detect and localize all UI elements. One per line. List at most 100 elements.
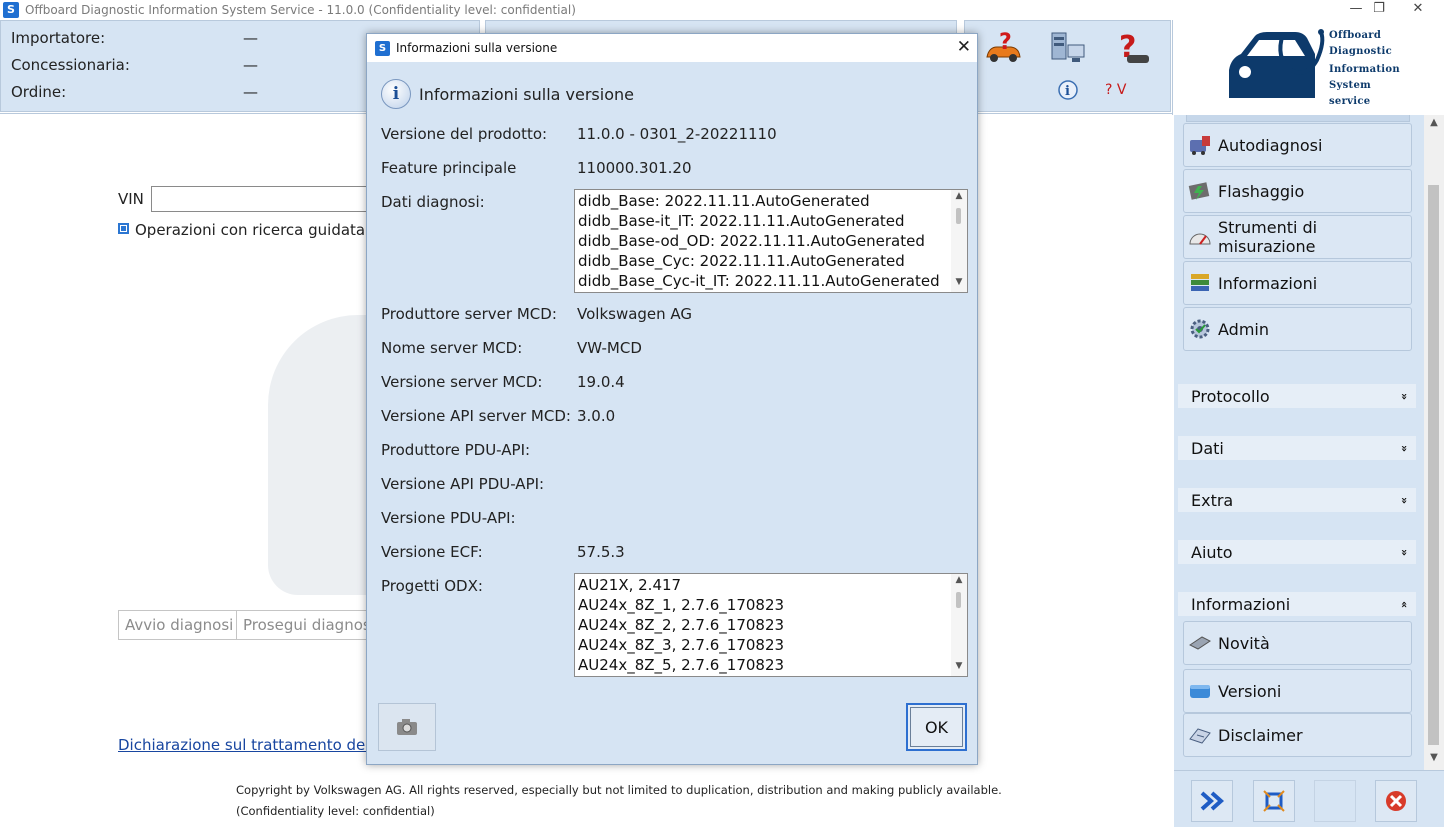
sidebar-item-label: Flashaggio [1218, 181, 1305, 201]
listbox-scrollbar[interactable]: ▲ ▼ [951, 190, 967, 292]
dialog-heading: Informazioni sulla versione [419, 85, 634, 104]
chevron-down-icon: » [1397, 496, 1411, 504]
sidebar-item-partial [1186, 115, 1410, 122]
forward-icon[interactable] [1191, 780, 1233, 822]
section-label: Informazioni [1191, 594, 1291, 614]
pdu-producer-label: Produttore PDU-API: [381, 441, 531, 459]
versions-icon [1188, 679, 1212, 703]
scroll-down-arrow-icon[interactable]: ▼ [1424, 752, 1444, 770]
vin-input[interactable] [151, 186, 381, 212]
chevron-down-icon: » [1397, 392, 1411, 400]
restore-button[interactable]: ❐ [1359, 0, 1399, 20]
list-item[interactable]: didb_Base_Cyc: 2022.11.11.AutoGenerated [578, 252, 905, 270]
dealer-label: Concessionaria: [11, 56, 130, 74]
scroll-up-arrow-icon[interactable]: ▲ [1424, 117, 1444, 135]
logo-word-information: Information [1329, 64, 1400, 75]
mcd-version-value: 19.0.4 [577, 373, 625, 391]
privacy-statement-link[interactable]: Dichiarazione sul trattamento dei da [118, 736, 393, 754]
disclaimer-icon [1188, 723, 1212, 747]
scroll-down-arrow-icon[interactable]: ▼ [951, 661, 967, 675]
mcd-version-label: Versione server MCD: [381, 373, 543, 391]
main-feature-label: Feature principale [381, 159, 517, 177]
sidebar-item-autodiagnosi[interactable]: Autodiagnosi [1183, 123, 1412, 167]
mcd-producer-value: Volkswagen AG [577, 305, 693, 323]
mcd-api-version-label: Versione API server MCD: [381, 407, 571, 425]
car-stethoscope-logo-icon [1229, 29, 1325, 98]
sidebar-item-flashaggio[interactable]: Flashaggio [1183, 169, 1412, 213]
list-item[interactable]: AU24x_8Z_2, 2.7.6_170823 [578, 616, 784, 634]
odx-projects-listbox[interactable]: AU21X, 2.417 AU24x_8Z_1, 2.7.6_170823 AU… [574, 573, 968, 677]
list-item[interactable]: AU24x_8Z_5, 2.7.6_170823 [578, 656, 784, 674]
camera-icon [397, 719, 417, 735]
list-item[interactable]: AU24x_8Z_3, 2.7.6_170823 [578, 636, 784, 654]
gauge-icon [1188, 225, 1212, 249]
ok-button[interactable]: OK [906, 703, 967, 751]
listbox-scrollbar[interactable]: ▲ ▼ [951, 574, 967, 676]
sidebar-scrollbar[interactable]: ▲ ▼ [1424, 115, 1444, 770]
scroll-up-arrow-icon[interactable]: ▲ [951, 191, 967, 205]
list-item[interactable]: didb_Base-od_OD: 2022.11.11.AutoGenerate… [578, 232, 925, 250]
importer-label: Importatore: [11, 29, 106, 47]
section-extra[interactable]: Extra » [1178, 488, 1416, 512]
sidebar-item-admin[interactable]: Admin [1183, 307, 1412, 351]
diag-data-label: Dati diagnosi: [381, 193, 485, 211]
sidebar-item-novita[interactable]: Novità [1183, 621, 1412, 665]
chevron-down-icon: » [1397, 444, 1411, 452]
section-informazioni[interactable]: Informazioni « [1178, 592, 1416, 616]
sidebar-item-informazioni[interactable]: Informazioni [1183, 261, 1412, 305]
scrollbar-thumb[interactable] [956, 208, 961, 224]
list-item[interactable]: didb_Base_Cyc-it_IT: 2022.11.11.AutoGene… [578, 272, 940, 290]
section-aiuto[interactable]: Aiuto » [1178, 540, 1416, 564]
dialog-close-button[interactable]: ✕ [957, 37, 971, 57]
info-icon: i [381, 79, 411, 109]
section-label: Protocollo [1191, 386, 1270, 406]
sidebar-item-versioni[interactable]: Versioni [1183, 669, 1412, 713]
copyright-text: Copyright by Volkswagen AG. All rights r… [236, 780, 1002, 822]
section-dati[interactable]: Dati » [1178, 436, 1416, 460]
window-titlebar: S Offboard Diagnostic Information System… [0, 0, 1444, 20]
help-question-icon[interactable]: ? [1113, 31, 1153, 67]
diag-data-listbox[interactable]: didb_Base: 2022.11.11.AutoGenerated didb… [574, 189, 968, 293]
disabled-toolbar-button[interactable] [1314, 780, 1356, 822]
order-value: — [243, 83, 258, 101]
sidebar-item-label: Admin [1218, 319, 1269, 339]
sidebar-item-label: Informazioni [1218, 273, 1318, 293]
product-version-value: 11.0.0 - 0301_2-20221110 [577, 125, 777, 143]
scrollbar-thumb[interactable] [956, 592, 961, 608]
exit-icon[interactable] [1375, 780, 1417, 822]
window-title: Offboard Diagnostic Information System S… [25, 3, 576, 17]
list-item[interactable]: didb_Base: 2022.11.11.AutoGenerated [578, 192, 870, 210]
start-diagnosis-button[interactable]: Avvio diagnosi [118, 610, 241, 640]
sidebar-item-disclaimer[interactable]: Disclaimer [1183, 713, 1412, 757]
scroll-down-arrow-icon[interactable]: ▼ [951, 277, 967, 291]
dialog-app-icon: S [375, 40, 390, 56]
pdu-version-label: Versione PDU-API: [381, 509, 516, 527]
fullscreen-icon[interactable] [1253, 780, 1295, 822]
logo-word-service: service [1329, 96, 1371, 107]
guided-search-checkbox[interactable] [118, 223, 129, 234]
copyright-line: Copyright by Volkswagen AG. All rights r… [236, 783, 1002, 797]
chevron-up-icon: « [1397, 600, 1411, 608]
sidebar-item-strumenti[interactable]: Strumenti di misurazione [1183, 215, 1412, 259]
info-icon[interactable]: i [1057, 79, 1079, 101]
dialog-title: Informazioni sulla versione [396, 41, 558, 55]
section-label: Aiuto [1191, 542, 1233, 562]
main-feature-value: 110000.301.20 [577, 159, 692, 177]
section-protocollo[interactable]: Protocollo » [1178, 384, 1416, 408]
sidebar-item-label: Autodiagnosi [1218, 135, 1323, 155]
scroll-up-arrow-icon[interactable]: ▲ [951, 575, 967, 589]
version-help-label[interactable]: ? V [1105, 82, 1126, 98]
car-help-icon[interactable]: ? [983, 31, 1023, 67]
section-label: Dati [1191, 438, 1224, 458]
logo-word-offboard: Offboard [1329, 30, 1382, 41]
ecf-version-label: Versione ECF: [381, 543, 483, 561]
list-item[interactable]: AU24x_8Z_1, 2.7.6_170823 [578, 596, 784, 614]
list-item[interactable]: AU21X, 2.417 [578, 576, 681, 594]
screenshot-camera-button[interactable] [378, 703, 436, 751]
close-window-button[interactable]: ✕ [1398, 0, 1438, 20]
app-logo-icon: S [3, 2, 19, 18]
list-item[interactable]: didb_Base-it_IT: 2022.11.11.AutoGenerate… [578, 212, 905, 230]
scrollbar-thumb[interactable] [1428, 185, 1439, 745]
continue-diagnosis-button[interactable]: Prosegui diagnosi [236, 610, 382, 640]
network-server-icon[interactable] [1048, 31, 1088, 67]
